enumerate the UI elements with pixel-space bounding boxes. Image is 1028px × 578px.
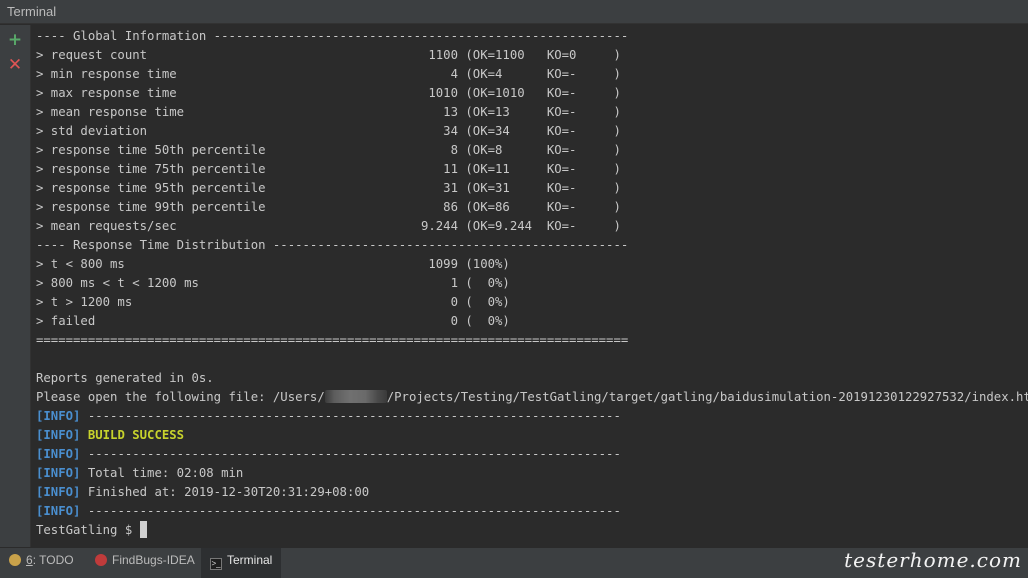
tool-window-title: Terminal [7, 4, 57, 19]
close-icon[interactable]: ✕ [7, 57, 23, 74]
terminal-line: > request count 1100 (OK=1100 KO=0 ) [36, 48, 621, 62]
info-tag: [INFO] [36, 428, 81, 442]
terminal-line: ---- Response Time Distribution --------… [36, 238, 629, 252]
terminal-line: ========================================… [36, 333, 629, 347]
terminal-line: [INFO] Finished at: 2019-12-30T20:31:29+… [36, 485, 370, 499]
tool-window-header: Terminal [0, 0, 1028, 24]
terminal-line: > response time 75th percentile 11 (OK=1… [36, 162, 621, 176]
tab-todo-number: 6 [26, 553, 33, 567]
terminal-line: > response time 95th percentile 31 (OK=3… [36, 181, 621, 195]
tab-todo[interactable]: 6: TODO [9, 548, 74, 578]
terminal-line: > t < 800 ms 1099 (100%) [36, 257, 510, 271]
tab-terminal-label: Terminal [227, 553, 273, 567]
tab-terminal[interactable]: >_ Terminal [201, 548, 282, 578]
terminal-line: [INFO] ---------------------------------… [36, 447, 621, 461]
tab-todo-label: : TODO [32, 553, 74, 567]
terminal-line: [INFO] BUILD SUCCESS [36, 426, 1028, 445]
terminal-lines: ---- Global Information ----------------… [36, 27, 1028, 540]
watermark: testerhome.com [844, 548, 1022, 572]
terminal-line: > response time 99th percentile 86 (OK=8… [36, 200, 621, 214]
tab-findbugs[interactable]: FindBugs-IDEA [95, 548, 195, 578]
terminal-line: > failed 0 ( 0%) [36, 314, 510, 328]
terminal-output[interactable]: ---- Global Information ----------------… [31, 25, 1028, 547]
bug-icon [95, 554, 107, 566]
terminal-line: > 800 ms < t < 1200 ms 1 ( 0%) [36, 276, 510, 290]
terminal-line: > max response time 1010 (OK=1010 KO=- ) [36, 86, 621, 100]
build-success-text: BUILD SUCCESS [87, 428, 185, 442]
terminal-line: ---- Global Information ----------------… [36, 29, 629, 43]
redacted-username [324, 390, 387, 403]
info-tag: [INFO] [36, 466, 81, 480]
terminal-line: [INFO] Total time: 02:08 min [36, 466, 244, 480]
info-tag: [INFO] [36, 485, 81, 499]
plus-icon[interactable]: + [7, 32, 23, 49]
terminal-toolbar: + ✕ [0, 25, 31, 547]
terminal-line: > mean requests/sec 9.244 (OK=9.244 KO=-… [36, 219, 621, 233]
info-tag: [INFO] [36, 447, 81, 461]
terminal-icon: >_ [210, 558, 222, 570]
tab-findbugs-label: FindBugs-IDEA [112, 553, 195, 567]
info-tag: [INFO] [36, 409, 81, 423]
terminal-line: Reports generated in 0s. [36, 371, 214, 385]
info-tag: [INFO] [36, 504, 81, 518]
terminal-line: [INFO] ---------------------------------… [36, 504, 621, 518]
todo-icon [9, 554, 21, 566]
terminal-line: Please open the following file: /Users//… [36, 388, 1028, 407]
terminal-line: > t > 1200 ms 0 ( 0%) [36, 295, 510, 309]
terminal-line: > response time 50th percentile 8 (OK=8 … [36, 143, 621, 157]
terminal-line: > mean response time 13 (OK=13 KO=- ) [36, 105, 621, 119]
text-cursor [139, 521, 147, 538]
prompt-line[interactable]: TestGatling $ [36, 521, 1028, 540]
terminal-line: > std deviation 34 (OK=34 KO=- ) [36, 124, 621, 138]
shell-prompt: TestGatling $ [36, 523, 140, 537]
report-path[interactable]: /Projects/Testing/TestGatling/target/gat… [387, 390, 1028, 404]
terminal-line: > min response time 4 (OK=4 KO=- ) [36, 67, 621, 81]
terminal-line: [INFO] ---------------------------------… [36, 409, 621, 423]
